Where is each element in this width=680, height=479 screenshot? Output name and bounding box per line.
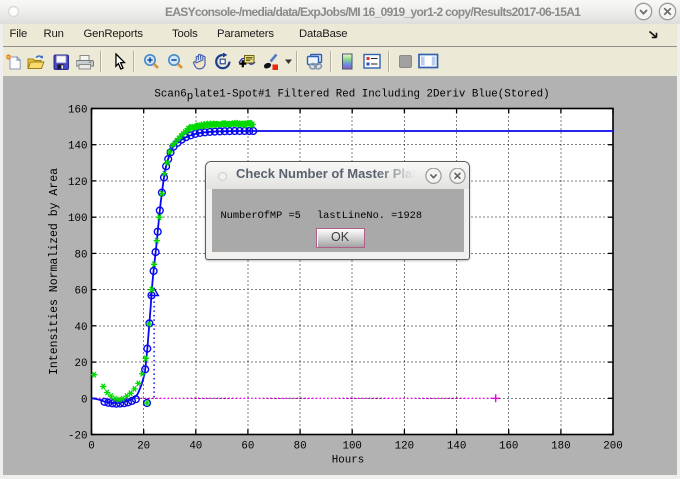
svg-text:140: 140 (447, 441, 466, 453)
svg-text:20: 20 (75, 358, 88, 370)
svg-text:140: 140 (68, 141, 87, 153)
svg-text:60: 60 (75, 286, 88, 298)
svg-text:0: 0 (88, 441, 94, 453)
svg-text:180: 180 (551, 441, 570, 453)
svg-text:40: 40 (75, 322, 88, 334)
svg-text:0: 0 (81, 394, 87, 406)
svg-text:100: 100 (68, 213, 87, 225)
svg-text:100: 100 (342, 441, 361, 453)
svg-text:Hours: Hours (332, 455, 364, 467)
svg-text:80: 80 (75, 249, 88, 261)
svg-text:80: 80 (294, 441, 307, 453)
svg-text:Intensities Normalized by Area: Intensities Normalized by Area (48, 168, 61, 375)
svg-text:160: 160 (68, 105, 87, 117)
svg-text:120: 120 (68, 177, 87, 189)
svg-text:-20: -20 (68, 431, 87, 443)
svg-text:20: 20 (137, 441, 150, 453)
svg-text:200: 200 (603, 441, 622, 453)
svg-text:160: 160 (499, 441, 518, 453)
svg-text:120: 120 (395, 441, 414, 453)
svg-text:60: 60 (241, 441, 254, 453)
svg-text:40: 40 (189, 441, 202, 453)
